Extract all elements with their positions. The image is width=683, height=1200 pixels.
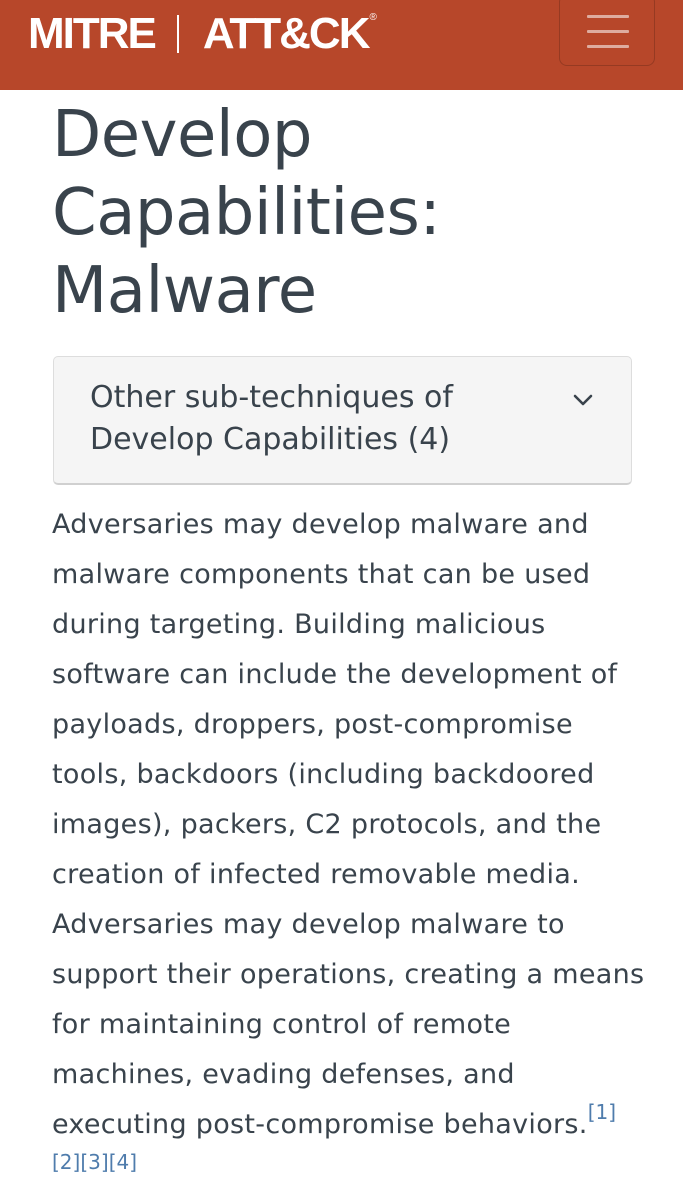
brand-divider (176, 15, 179, 53)
registered-mark: ® (369, 12, 377, 23)
subtechniques-label-line-2: Develop Capabilities (4) (90, 422, 451, 457)
brand-attack: ATT&CK (202, 9, 371, 58)
page-title: Develop Capabilities: Malware (52, 96, 642, 330)
reference-link-3[interactable]: [3] (80, 1150, 108, 1174)
reference-link-4[interactable]: [4] (109, 1150, 137, 1174)
description-text: Adversaries may develop malware and malw… (52, 509, 645, 1140)
mitre-attack-logo[interactable]: MITRE ATT&CK ® (28, 8, 377, 60)
other-subtechniques-dropdown[interactable]: Other sub-techniques of Develop Capabili… (53, 356, 632, 485)
title-line-3: Malware (52, 254, 317, 328)
navbar-toggle-button[interactable] (559, 0, 655, 66)
title-line-2: Capabilities: (52, 176, 441, 250)
subtechniques-label-line-1: Other sub-techniques of (90, 380, 453, 415)
brand-mitre: MITRE (28, 9, 157, 58)
subtechniques-label: Other sub-techniques of Develop Capabili… (90, 377, 530, 461)
top-navbar: MITRE ATT&CK ® (0, 0, 683, 90)
reference-link-1[interactable]: [1] (588, 1100, 616, 1124)
technique-description: Adversaries may develop malware and malw… (52, 500, 652, 1200)
title-line-1: Develop (52, 98, 312, 172)
chevron-down-icon (573, 394, 593, 406)
reference-link-2[interactable]: [2] (52, 1150, 80, 1174)
